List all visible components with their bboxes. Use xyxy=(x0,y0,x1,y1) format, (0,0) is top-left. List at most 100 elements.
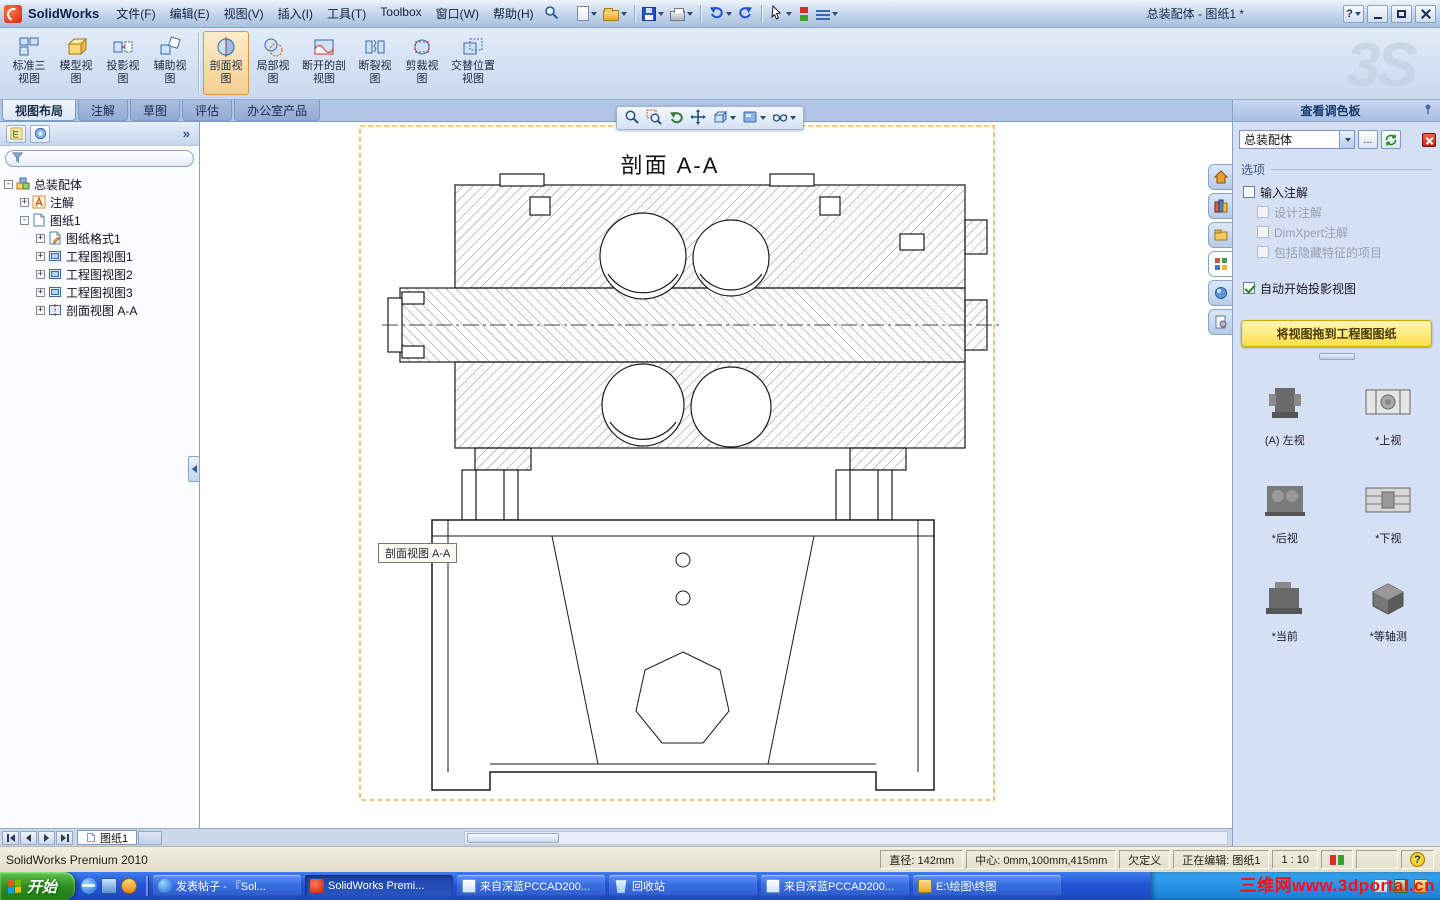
show-desktop-icon[interactable] xyxy=(101,878,118,894)
first-sheet-button[interactable] xyxy=(2,830,19,845)
close-button[interactable] xyxy=(1415,4,1436,23)
select-button[interactable] xyxy=(766,3,795,25)
tab-view-layout[interactable]: 视图布局 xyxy=(2,100,77,121)
tree-item-drawing-view3[interactable]: + 工程图视图3 xyxy=(0,283,199,301)
redo-button[interactable] xyxy=(735,3,757,25)
menu-help[interactable]: 帮助(H) xyxy=(486,2,541,25)
panel-collapse-button[interactable] xyxy=(188,456,200,482)
menu-file[interactable]: 文件(F) xyxy=(109,2,162,25)
ribbon-button-section-view[interactable]: 剖面视图 xyxy=(203,31,249,95)
refresh-button[interactable] xyxy=(1381,130,1401,149)
tab-evaluate[interactable]: 评估 xyxy=(182,100,233,121)
rebuild-button[interactable] xyxy=(795,3,813,25)
tree-expander[interactable]: + xyxy=(36,269,45,279)
pin-icon[interactable] xyxy=(1422,103,1434,118)
help-button[interactable]: ? xyxy=(1343,4,1364,23)
thumbnail-left-view[interactable]: (A) 左视 xyxy=(1255,380,1315,448)
search-button[interactable] xyxy=(541,3,562,25)
ribbon-button-break-view[interactable]: 断裂视图 xyxy=(352,31,398,95)
custom-properties-tab[interactable] xyxy=(1208,309,1232,335)
maximize-button[interactable] xyxy=(1391,4,1412,23)
thumbnail-current-view[interactable]: *当前 xyxy=(1255,576,1315,644)
quick-launch-app-icon[interactable] xyxy=(121,878,138,894)
view-orientation-button[interactable] xyxy=(710,108,738,128)
scrollbar-thumb[interactable] xyxy=(467,832,560,843)
file-explorer-tab[interactable] xyxy=(1208,222,1232,248)
tree-item-section-view-aa[interactable]: + 剖面视图 A-A xyxy=(0,301,199,319)
tree-expander[interactable]: + xyxy=(36,233,45,243)
task-pccad-document-1[interactable]: 来自深蓝PCCAD200... xyxy=(457,875,606,897)
quick-launch-browser-icon[interactable] xyxy=(81,878,98,894)
menu-window[interactable]: 窗口(W) xyxy=(429,2,486,25)
zoom-to-fit-button[interactable] xyxy=(622,108,642,128)
options-button[interactable] xyxy=(813,3,841,25)
checkbox-import-annotations[interactable]: 输入注解 xyxy=(1243,184,1440,200)
menu-view[interactable]: 视图(V) xyxy=(217,2,271,25)
tree-item-annotations[interactable]: + 注解 xyxy=(0,193,199,211)
tree-expander[interactable]: + xyxy=(20,197,29,207)
tree-expander[interactable]: + xyxy=(36,251,45,261)
tree-expander[interactable]: - xyxy=(20,215,29,225)
hide-show-items-button[interactable] xyxy=(770,108,798,128)
minimize-button[interactable] xyxy=(1367,4,1388,23)
task-pccad-document-2[interactable]: 来自深蓝PCCAD200... xyxy=(761,875,910,897)
propertymanager-tab[interactable] xyxy=(30,124,50,143)
tree-item-assembly[interactable]: - 总装配体 xyxy=(0,175,199,193)
zoom-to-area-button[interactable] xyxy=(644,108,664,128)
save-button[interactable] xyxy=(639,3,667,25)
open-button[interactable] xyxy=(600,3,630,25)
tab-annotation[interactable]: 注解 xyxy=(78,100,129,121)
tree-item-drawing-view2[interactable]: + 工程图视图2 xyxy=(0,265,199,283)
status-help-cell[interactable]: ? xyxy=(1401,850,1434,869)
print-button[interactable] xyxy=(667,3,696,25)
close-palette-button[interactable] xyxy=(1422,132,1436,147)
tree-expander[interactable]: + xyxy=(36,287,45,297)
tree-item-sheet-format1[interactable]: + 图纸格式1 xyxy=(0,229,199,247)
add-sheet-tab[interactable] xyxy=(138,830,163,845)
task-folder-window[interactable]: E:\绘图\终图 xyxy=(913,875,1062,897)
checkbox-auto-start-projected-view[interactable]: 自动开始投影视图 xyxy=(1243,280,1440,296)
menu-tools[interactable]: 工具(T) xyxy=(320,2,373,25)
resources-tab[interactable] xyxy=(1208,164,1232,190)
ribbon-button-auxiliary-view[interactable]: 辅助视图 xyxy=(147,31,193,95)
tree-expander[interactable]: + xyxy=(36,305,45,315)
task-solidworks[interactable]: SolidWorks Premi... xyxy=(305,875,454,897)
pan-button[interactable] xyxy=(688,108,708,128)
sheet-tab-sheet1[interactable]: 图纸1 xyxy=(77,830,138,845)
thumbnail-rear-view[interactable]: *后视 xyxy=(1255,478,1315,546)
menu-insert[interactable]: 插入(I) xyxy=(271,2,320,25)
appearances-tab[interactable] xyxy=(1208,280,1232,306)
featuremanager-tab[interactable] xyxy=(6,124,26,143)
tab-office-products[interactable]: 办公室产品 xyxy=(234,100,321,121)
tree-expander[interactable]: - xyxy=(4,179,13,189)
thumbnail-isometric-view[interactable]: *等轴测 xyxy=(1358,576,1418,644)
display-style-button[interactable] xyxy=(740,108,768,128)
browse-button[interactable]: ... xyxy=(1358,130,1378,149)
palette-drag-handle[interactable] xyxy=(1318,353,1355,360)
tree-item-drawing-view1[interactable]: + 工程图视图1 xyxy=(0,247,199,265)
task-forum-post[interactable]: 发表帖子 - 『Sol... xyxy=(153,875,302,897)
previous-view-button[interactable] xyxy=(666,108,686,128)
undo-button[interactable] xyxy=(705,3,735,25)
view-palette-tab[interactable] xyxy=(1208,251,1232,277)
ribbon-button-standard-3-view[interactable]: 标准三视图 xyxy=(6,31,52,95)
task-recycle-bin[interactable]: 回收站 xyxy=(609,875,758,897)
model-selector-dropdown[interactable]: 总装配体 xyxy=(1239,130,1355,149)
ribbon-button-model-view[interactable]: 模型视图 xyxy=(53,31,99,95)
start-button[interactable]: 开始 xyxy=(0,872,76,900)
ribbon-button-projected-view[interactable]: 投影视图 xyxy=(100,31,146,95)
thumbnail-bottom-view[interactable]: *下视 xyxy=(1358,478,1418,546)
panel-expand-button[interactable]: » xyxy=(180,126,193,141)
next-sheet-button[interactable] xyxy=(38,830,55,845)
ribbon-button-broken-out-section[interactable]: 断开的剖视图 xyxy=(297,31,351,95)
checkbox-box[interactable] xyxy=(1243,186,1255,198)
horizontal-scrollbar[interactable] xyxy=(464,830,1228,845)
menu-toolbox[interactable]: Toolbox xyxy=(373,2,428,25)
ribbon-button-alternate-position[interactable]: 交替位置视图 xyxy=(446,31,500,95)
last-sheet-button[interactable] xyxy=(56,830,73,845)
new-document-button[interactable] xyxy=(574,3,600,25)
ribbon-button-detail-view[interactable]: 局部视图 xyxy=(250,31,296,95)
tree-filter-field[interactable] xyxy=(5,150,194,167)
checkbox-box[interactable] xyxy=(1243,282,1255,294)
previous-sheet-button[interactable] xyxy=(20,830,37,845)
